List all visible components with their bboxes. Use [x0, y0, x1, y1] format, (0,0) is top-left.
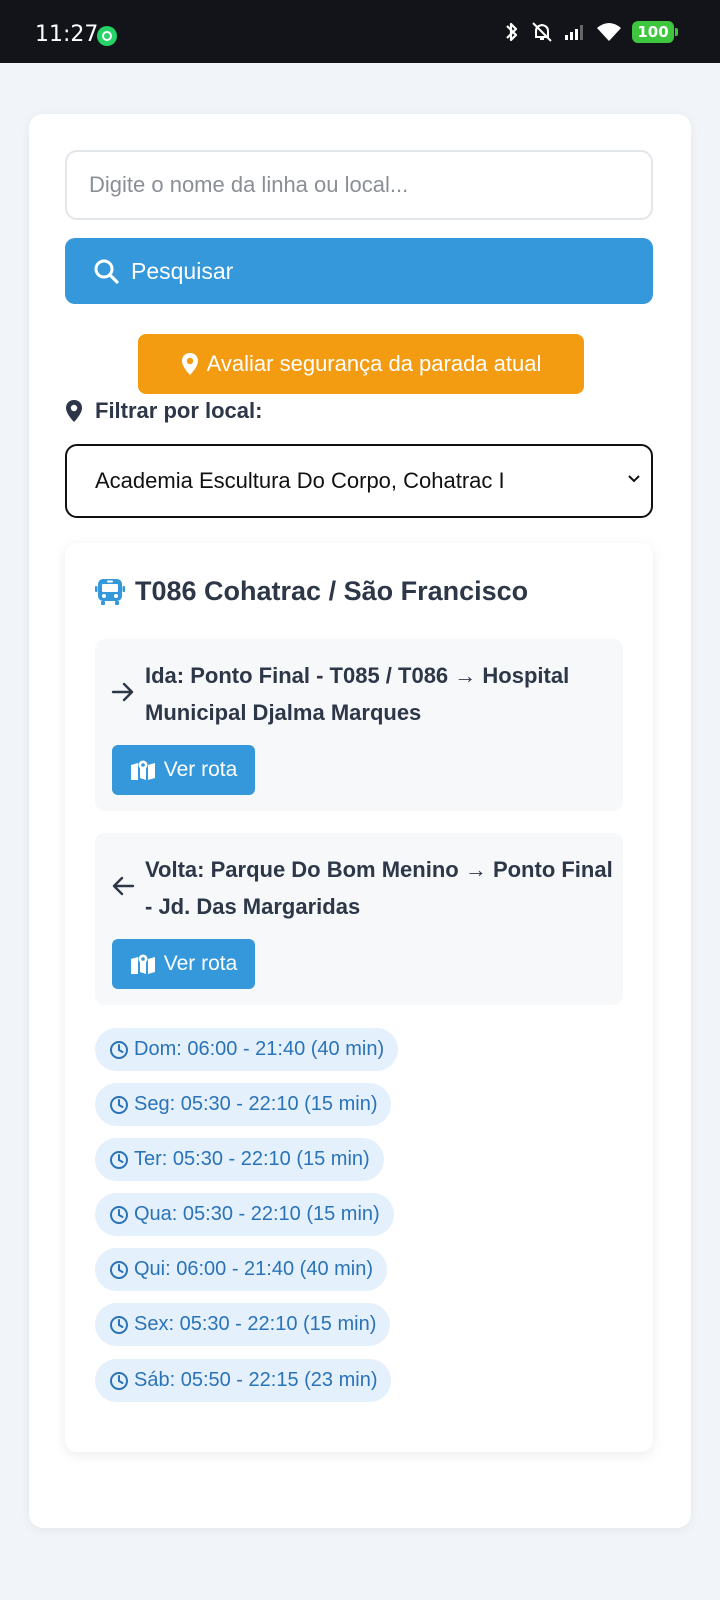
schedule-item: Seg: 05:30 - 22:10 (15 min): [95, 1083, 392, 1126]
map-icon: [130, 760, 155, 780]
clock-icon: [110, 1260, 128, 1279]
schedule-text: Qui: 06:00 - 21:40 (40 min): [134, 1258, 374, 1280]
schedule-item: Sex: 05:30 - 22:10 (15 min): [95, 1303, 391, 1346]
route-title: T086 Cohatrac / São Francisco: [95, 576, 528, 607]
wifi-icon: [597, 23, 621, 41]
ver-rota-ida-button[interactable]: Ver rota: [112, 745, 255, 795]
schedule-item: Qui: 06:00 - 21:40 (40 min): [95, 1248, 388, 1291]
mute-icon: [532, 22, 552, 42]
search-input[interactable]: [65, 150, 653, 220]
clock-icon: [110, 1150, 128, 1169]
chevron-down-icon: [628, 475, 640, 483]
clock-icon: [110, 1205, 128, 1224]
schedule-text: Ter: 05:30 - 22:10 (15 min): [134, 1148, 370, 1170]
arrow-right-icon: [111, 682, 134, 702]
schedule-text: Sáb: 05:50 - 22:15 (23 min): [134, 1369, 378, 1391]
schedule-text: Dom: 06:00 - 21:40 (40 min): [134, 1038, 385, 1060]
schedule-text: Qua: 05:30 - 22:10 (15 min): [134, 1203, 380, 1225]
map-pin-icon: [66, 400, 82, 422]
map-pin-icon: [181, 353, 198, 375]
whatsapp-icon: [97, 26, 117, 46]
clock-icon: [110, 1315, 128, 1334]
status-time: 11:27: [35, 22, 99, 47]
route-direction-ida: Ida: Ponto Final - T085 / T086 → Hospita…: [95, 639, 623, 811]
location-filter-select[interactable]: Academia Escultura Do Corpo, Cohatrac I: [65, 444, 653, 518]
signal-icon: [565, 25, 583, 40]
schedule-text: Sex: 05:30 - 22:10 (15 min): [134, 1313, 377, 1335]
bluetooth-icon: [506, 22, 518, 42]
status-bar: 11:27 100: [0, 0, 720, 63]
bus-icon: [95, 578, 125, 605]
schedule-item: Sáb: 05:50 - 22:15 (23 min): [95, 1359, 392, 1402]
schedule-item: Dom: 06:00 - 21:40 (40 min): [95, 1028, 399, 1071]
main-card: Pesquisar Avaliar segurança da parada at…: [29, 114, 691, 1528]
evaluate-safety-label: Avaliar segurança da parada atual: [206, 351, 542, 376]
ver-rota-volta-label: Ver rota: [163, 952, 238, 975]
ver-rota-ida-label: Ver rota: [163, 758, 238, 781]
schedule-item: Qua: 05:30 - 22:10 (15 min): [95, 1193, 394, 1236]
search-button-label: Pesquisar: [131, 257, 234, 284]
filter-label-text: Filtrar por local:: [95, 398, 263, 423]
schedule-text: Seg: 05:30 - 22:10 (15 min): [134, 1093, 378, 1115]
search-button[interactable]: Pesquisar: [65, 238, 653, 304]
volta-text: Volta: Parque Do Bom Menino → Ponto Fina…: [145, 857, 613, 919]
location-filter-value: Academia Escultura Do Corpo, Cohatrac I: [95, 468, 505, 493]
schedule-item: Ter: 05:30 - 22:10 (15 min): [95, 1138, 384, 1181]
clock-icon: [110, 1095, 128, 1114]
battery-indicator: 100: [632, 21, 678, 43]
filter-label: Filtrar por local:: [65, 398, 262, 424]
clock-icon: [110, 1371, 128, 1390]
clock-icon: [110, 1040, 128, 1059]
status-icons: 100: [504, 20, 678, 44]
evaluate-safety-button[interactable]: Avaliar segurança da parada atual: [138, 334, 584, 394]
ver-rota-volta-button[interactable]: Ver rota: [112, 939, 255, 989]
route-direction-volta: Volta: Parque Do Bom Menino → Ponto Fina…: [95, 833, 623, 1005]
route-title-text: T086 Cohatrac / São Francisco: [135, 576, 529, 606]
map-icon: [130, 954, 155, 974]
ida-text: Ida: Ponto Final - T085 / T086 → Hospita…: [145, 663, 570, 725]
search-icon: [94, 259, 119, 284]
arrow-left-icon: [112, 876, 135, 896]
route-card: T086 Cohatrac / São Francisco Ida: Ponto…: [65, 543, 653, 1452]
